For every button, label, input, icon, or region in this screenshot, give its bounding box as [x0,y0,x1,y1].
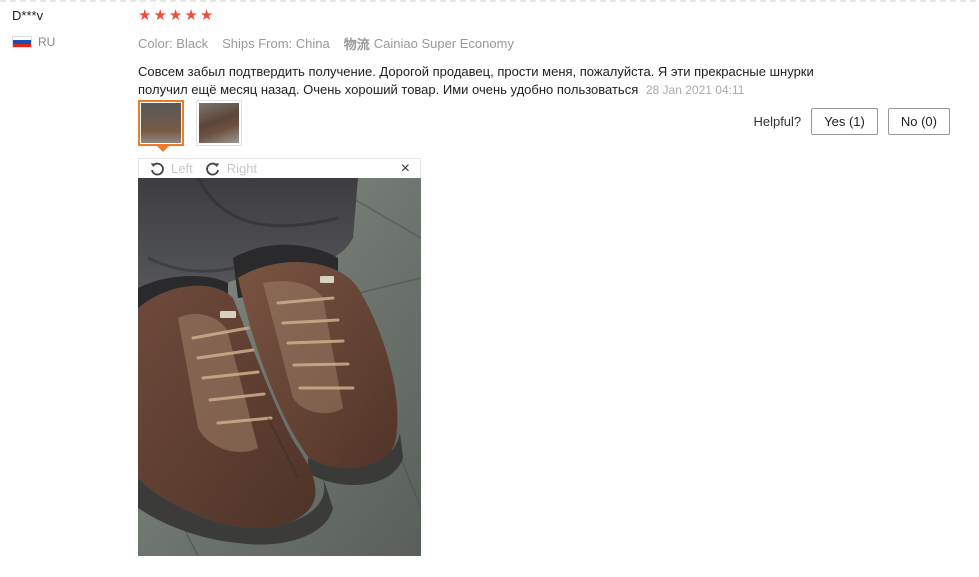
color-info: Color: Black [138,36,209,51]
review-body: ★ ★ ★ ★ ★ Color: Black Ships From: China… [138,8,968,99]
ships-from-info: Ships From: China [222,36,330,51]
rotate-left-button[interactable]: Left [149,161,193,177]
review-thumbnail[interactable] [196,100,242,146]
logistics-info: Cainiao Super Economy [373,36,514,51]
review-photo [138,178,421,556]
reviewer-info: D***v RU [12,8,55,49]
image-viewer: Left Right × [138,158,421,556]
boots-photo [138,178,421,556]
boots-photo-thumbnail [141,103,181,143]
review-date: 28 Jan 2021 04:11 [645,83,745,97]
helpful-label: Helpful? [753,114,802,129]
star-icon: ★ [168,7,183,24]
helpful-yes-button[interactable]: Yes (1) [811,108,878,135]
review-text-block: Совсем забыл подтвердить получение. Доро… [138,63,858,99]
review-thumbnail[interactable] [138,100,184,152]
reviewer-country: RU [12,35,55,49]
star-icon: ★ [138,7,152,24]
close-icon[interactable]: × [401,160,410,178]
star-icon: ★ [199,7,214,24]
helpful-no-button[interactable]: No (0) [887,108,950,135]
viewer-toolbar: Left Right × [138,158,421,178]
star-icon: ★ [153,7,167,24]
star-rating: ★ ★ ★ ★ ★ [138,8,968,24]
reviewer-name: D***v [12,8,44,23]
review-thumbnails [138,100,242,152]
rotate-right-button[interactable]: Right [205,161,257,177]
logistics-tag: 物流 [343,37,370,52]
top-divider [0,0,979,2]
star-icon: ★ [184,7,198,24]
country-code: RU [38,35,56,49]
rotate-left-icon [150,162,164,175]
rotate-right-label: Right [226,161,258,176]
order-meta: Color: Black Ships From: China 物流 Cainia… [138,34,968,53]
active-thumbnail-caret [157,146,169,152]
rotate-right-icon [205,162,219,175]
russia-flag-icon [12,36,32,48]
boots-photo-thumbnail [199,103,239,143]
helpful-voting: Helpful? Yes (1) No (0) [753,108,950,135]
rotate-left-label: Left [171,161,193,176]
